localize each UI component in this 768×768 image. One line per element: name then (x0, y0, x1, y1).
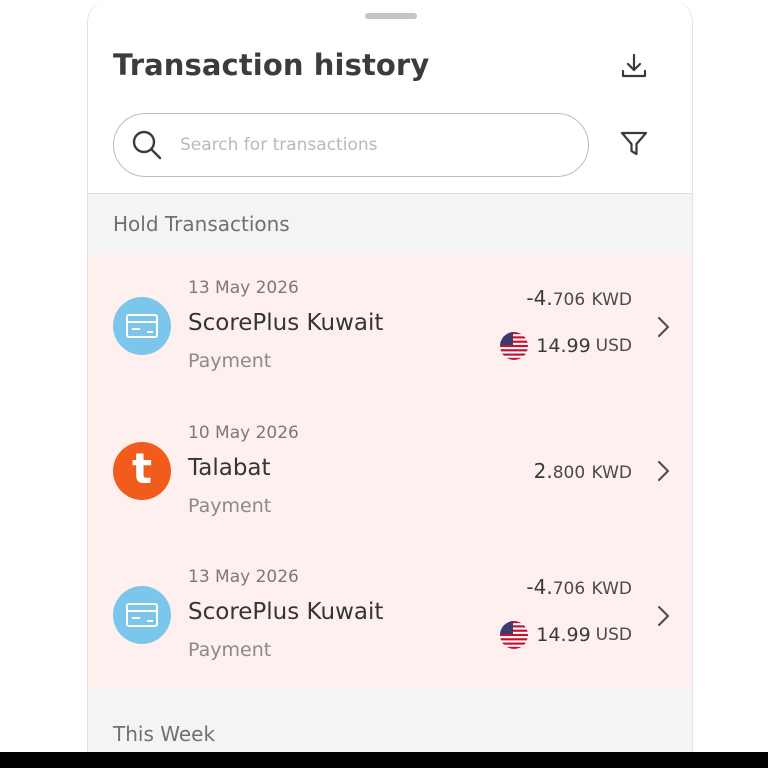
foreign-value: 14.99 (536, 335, 591, 357)
hold-transactions-list: 13 May 2026 ScorePlus Kuwait Payment -4.… (88, 254, 692, 688)
screen: Transaction history Search for transacti… (0, 0, 768, 768)
amount-main: -4. (526, 575, 553, 599)
download-button[interactable] (612, 44, 656, 88)
merchant-name: ScorePlus Kuwait (188, 599, 384, 625)
transaction-date: 13 May 2026 (188, 567, 299, 587)
transaction-history-sheet: Transaction history Search for transacti… (87, 0, 693, 752)
transaction-type: Payment (188, 639, 272, 661)
foreign-currency: USD (595, 336, 632, 356)
chevron-right-icon (658, 317, 669, 337)
search-input[interactable] (180, 128, 570, 162)
foreign-currency: USD (595, 625, 632, 645)
us-flag-icon (500, 332, 529, 360)
section-label-hold: Hold Transactions (113, 212, 290, 236)
amount-currency: KWD (591, 463, 632, 483)
transaction-row[interactable]: 13 May 2026 ScorePlus Kuwait Payment -4.… (88, 254, 692, 398)
transaction-row[interactable]: 13 May 2026 ScorePlus Kuwait Payment -4.… (88, 543, 692, 687)
section-label-this-week: This Week (113, 722, 216, 746)
amount-fraction: 706 (552, 579, 586, 599)
amount-currency: KWD (591, 579, 632, 599)
transaction-amount: 2.800 KWD (534, 459, 632, 483)
card-icon (113, 297, 171, 355)
transaction-date: 13 May 2026 (188, 278, 299, 298)
transaction-amount: -4.706 KWD (526, 286, 632, 310)
us-flag-icon (500, 621, 529, 649)
amount-currency: KWD (591, 290, 632, 310)
talabat-logo-icon: t (113, 442, 171, 500)
transaction-type: Payment (188, 495, 272, 517)
foreign-amount: 14.99 USD (500, 621, 632, 649)
search-box[interactable] (113, 113, 589, 177)
amount-main: -4. (526, 286, 553, 310)
transaction-row[interactable]: t 10 May 2026 Talabat Payment 2.800 KWD (88, 399, 692, 543)
download-icon (621, 53, 647, 78)
transaction-date: 10 May 2026 (188, 423, 299, 443)
talabat-logo-letter: t (131, 444, 153, 493)
amount-main: 2. (533, 459, 553, 483)
page-title: Transaction history (113, 48, 430, 82)
card-icon (113, 586, 171, 644)
amount-fraction: 800 (552, 463, 586, 483)
bottom-black-bar (0, 752, 768, 768)
merchant-name: ScorePlus Kuwait (188, 310, 384, 336)
transaction-amount: -4.706 KWD (526, 575, 632, 599)
amount-fraction: 706 (552, 290, 586, 310)
foreign-amount: 14.99 USD (500, 332, 632, 360)
transaction-type: Payment (188, 350, 272, 372)
chevron-right-icon (658, 606, 669, 626)
filter-icon (620, 131, 648, 156)
chevron-right-icon (658, 461, 669, 481)
filter-button[interactable] (612, 122, 656, 166)
drag-handle[interactable] (365, 13, 417, 19)
foreign-value: 14.99 (536, 624, 591, 646)
merchant-name: Talabat (188, 455, 271, 481)
sheet-header: Transaction history (88, 0, 692, 194)
search-icon (130, 128, 164, 162)
